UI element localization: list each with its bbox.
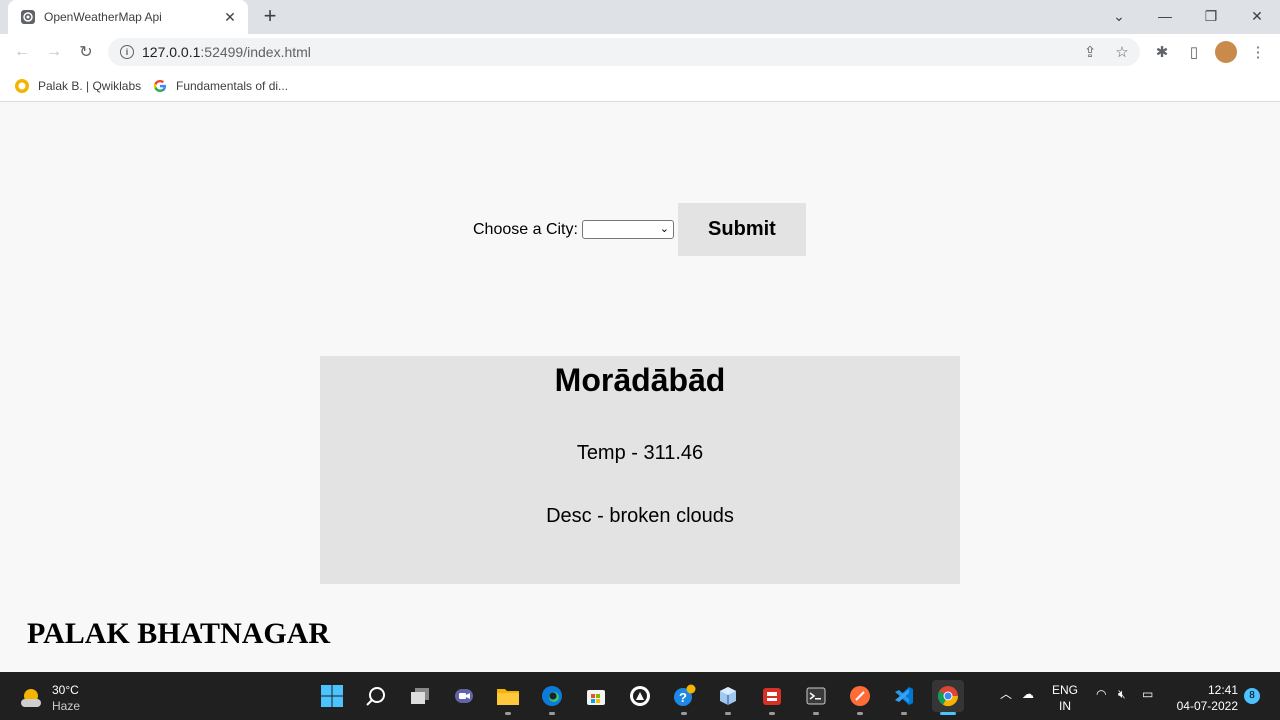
cube-icon xyxy=(720,687,736,705)
restore-button[interactable]: ❐ xyxy=(1188,0,1234,32)
github-button[interactable] xyxy=(624,680,656,712)
svg-text:?: ? xyxy=(679,690,687,705)
clock[interactable]: 12:41 04-07-2022 xyxy=(1172,682,1238,714)
author-name: PALAK BHATNAGAR xyxy=(27,617,331,650)
tab-close-icon[interactable]: ✕ xyxy=(222,9,238,25)
submit-button[interactable]: Submit xyxy=(677,203,806,256)
city-label: Choose a City: xyxy=(473,220,578,238)
edge-icon xyxy=(542,686,562,706)
red-app-icon xyxy=(763,688,781,705)
tab-title: OpenWeatherMap Api xyxy=(44,10,162,24)
help-icon: ? xyxy=(674,684,696,706)
mute-icon[interactable]: 🔇︎ xyxy=(1118,686,1126,702)
bookmarks-bar: Palak B. | Qwiklabs Fundamentals of di..… xyxy=(0,70,1280,102)
qwiklabs-icon xyxy=(14,78,30,94)
start-button[interactable] xyxy=(316,680,348,712)
bookmark-fundamentals[interactable]: Fundamentals of di... xyxy=(152,76,288,96)
teams-chat-button[interactable] xyxy=(448,680,480,712)
store-icon xyxy=(587,690,605,705)
github-icon xyxy=(630,686,650,706)
notification-badge[interactable]: 8 xyxy=(1244,688,1260,704)
anydesk-button[interactable] xyxy=(756,680,788,715)
weather-widget[interactable]: 30°C Haze xyxy=(18,682,80,714)
terminal-icon xyxy=(806,687,826,705)
postman-icon xyxy=(850,686,870,706)
new-tab-button[interactable]: + xyxy=(258,5,282,29)
google-icon xyxy=(152,78,168,94)
extensions-icon[interactable]: ✱ xyxy=(1152,42,1172,62)
tab-strip: OpenWeatherMap Api ✕ + ⌄ — ❐ ✕ xyxy=(0,0,1280,34)
city-select[interactable]: ⌄ xyxy=(581,220,674,239)
profile-avatar[interactable] xyxy=(1215,41,1237,63)
folder-icon xyxy=(497,689,519,705)
task-view-icon xyxy=(411,688,429,704)
bookmark-star-icon[interactable]: ☆ xyxy=(1112,42,1132,62)
bookmark-qwiklabs[interactable]: Palak B. | Qwiklabs xyxy=(14,76,141,96)
onedrive-icon[interactable]: ☁ xyxy=(1022,686,1034,702)
haze-icon xyxy=(21,689,41,707)
postman-button[interactable] xyxy=(844,680,876,715)
store-button[interactable] xyxy=(580,680,612,712)
vscode-icon xyxy=(895,687,913,705)
terminal-button[interactable] xyxy=(800,680,832,715)
chevron-up-icon[interactable]: ︿ xyxy=(1000,686,1012,702)
chat-icon xyxy=(455,689,473,703)
share-icon[interactable]: ⇪ xyxy=(1080,42,1100,62)
edge-button[interactable] xyxy=(536,680,568,715)
forward-button[interactable]: → xyxy=(40,38,68,66)
browser-tab[interactable]: OpenWeatherMap Api ✕ xyxy=(8,0,248,34)
reload-button[interactable]: ↻ xyxy=(72,38,100,66)
site-info-icon[interactable]: i xyxy=(120,45,134,59)
city-form: Choose a City: ⌄ Submit xyxy=(473,203,806,256)
favicon-icon xyxy=(20,9,36,25)
menu-icon[interactable]: ⋮ xyxy=(1248,42,1268,62)
battery-icon[interactable]: ▭ xyxy=(1142,686,1153,702)
chevron-down-icon: ⌄ xyxy=(659,223,669,235)
help-button[interactable]: ? xyxy=(668,680,700,715)
search-button[interactable] xyxy=(360,680,392,712)
weather-temp: 30°C xyxy=(52,683,79,697)
browser-toolbar: ← → ↻ i 127.0.0.1:52499/index.html ⇪ ☆ ✱… xyxy=(0,34,1280,70)
minimize-button[interactable]: — xyxy=(1142,0,1188,32)
weather-desc: Haze xyxy=(52,699,81,713)
address-bar[interactable]: i 127.0.0.1:52499/index.html xyxy=(108,38,1140,66)
city-name: Morādābād xyxy=(554,362,726,398)
chrome-icon xyxy=(937,686,959,707)
chrome-button[interactable] xyxy=(932,680,964,715)
task-view-button[interactable] xyxy=(404,680,436,712)
search-icon xyxy=(366,687,385,706)
virtualbox-button[interactable] xyxy=(712,680,744,715)
file-explorer-button[interactable] xyxy=(492,680,524,715)
back-button[interactable]: ← xyxy=(8,38,36,66)
language-indicator[interactable]: ENG IN xyxy=(1052,682,1078,714)
windows-icon xyxy=(321,685,343,707)
url-text: 127.0.0.1:52499/index.html xyxy=(142,44,311,60)
page-content: Choose a City: ⌄ Submit Morādābād Temp -… xyxy=(0,103,1280,672)
side-panel-icon[interactable]: ▯ xyxy=(1184,42,1204,62)
wifi-icon[interactable]: ◠ xyxy=(1096,686,1106,702)
temperature-text: Temp - 311.46 xyxy=(576,442,704,464)
tab-search-icon[interactable]: ⌄ xyxy=(1096,0,1142,32)
close-window-button[interactable]: ✕ xyxy=(1234,0,1280,32)
description-text: Desc - broken clouds xyxy=(546,505,734,527)
vscode-button[interactable] xyxy=(888,680,920,715)
taskbar: 30°C Haze ? ︿ ☁ ENG IN ◠ 🔇︎ ▭ 12:41 04-0… xyxy=(0,672,1280,720)
weather-card: Morādābād Temp - 311.46 Desc - broken cl… xyxy=(320,356,960,584)
